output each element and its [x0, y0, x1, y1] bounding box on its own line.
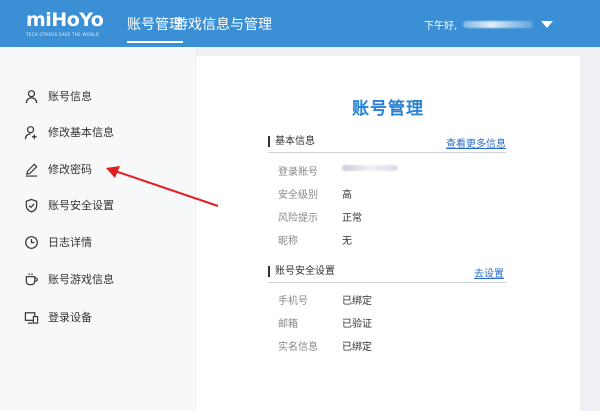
user-icon: [25, 89, 38, 103]
realname-status-value: 已绑定: [342, 342, 372, 353]
sidebar-item-login-devices[interactable]: 登录设备: [24, 307, 92, 327]
row-label: 安全级别: [278, 190, 318, 201]
section-divider: [268, 282, 506, 283]
sidebar-item-label: 登录设备: [48, 311, 92, 324]
sidebar-item-label: 修改基本信息: [48, 126, 114, 139]
sidebar-item-change-password[interactable]: 修改密码: [24, 159, 92, 179]
sidebar-item-label: 修改密码: [48, 163, 92, 176]
nickname-value: 无: [342, 236, 352, 247]
row-label: 邮箱: [278, 319, 298, 330]
sidebar-item-log-details[interactable]: 日志详情: [24, 232, 92, 252]
view-more-info-link[interactable]: 查看更多信息: [446, 135, 506, 150]
user-edit-icon: [24, 125, 37, 139]
devices-icon: [24, 311, 39, 324]
blurred-account-id: [342, 165, 398, 171]
sidebar-item-label: 账号信息: [48, 90, 92, 103]
cup-icon: [25, 272, 38, 285]
row-label: 手机号: [278, 296, 308, 307]
blurred-username: [463, 21, 534, 28]
go-settings-link[interactable]: 去设置: [474, 265, 504, 280]
mihoyo-logo[interactable]: miHoYo TECH OTAKUS SAVE THE WORLD: [26, 10, 122, 40]
user-menu[interactable]: 下午好,: [424, 17, 554, 32]
sidebar: 账号信息 修改基本信息 修改密码 账号安全设置 日志详情 账号游戏信息 登录设备: [0, 47, 195, 411]
page-title: 账号管理: [352, 99, 424, 119]
logo-tagline: TECH OTAKUS SAVE THE WORLD: [26, 32, 100, 37]
row-label: 风险提示: [278, 213, 318, 224]
risk-status-value: 正常: [342, 213, 362, 224]
top-bar: miHoYo TECH OTAKUS SAVE THE WORLD 账号管理 游…: [0, 0, 600, 47]
section-divider: [268, 152, 506, 153]
shield-check-icon: [25, 198, 38, 213]
security-settings-heading: 账号安全设置: [268, 266, 504, 277]
phone-status-value: 已绑定: [342, 296, 372, 307]
account-management-card: 账号管理 基本信息 查看更多信息 登录账号 安全级别 高 风险提示 正常 昵称 …: [196, 56, 580, 411]
nav-game-info[interactable]: 游戏信息与管理: [174, 14, 272, 34]
sidebar-item-label: 日志详情: [48, 236, 92, 249]
greeting-text: 下午好,: [424, 21, 458, 32]
sidebar-item-game-info[interactable]: 账号游戏信息: [24, 269, 114, 289]
row-label: 登录账号: [278, 167, 318, 178]
sidebar-item-edit-basic-info[interactable]: 修改基本信息: [24, 122, 114, 142]
sidebar-item-label: 账号游戏信息: [48, 273, 114, 286]
row-label: 昵称: [278, 236, 298, 247]
chevron-down-icon: [541, 21, 554, 28]
security-level-value: 高: [342, 190, 352, 201]
logo-text: miHoYo: [26, 9, 104, 31]
sidebar-item-account-info[interactable]: 账号信息: [24, 86, 92, 106]
email-status-value: 已验证: [342, 319, 372, 330]
row-label: 实名信息: [278, 342, 318, 353]
annotation-arrow-icon: [106, 166, 219, 207]
pencil-icon: [25, 163, 38, 177]
clock-icon: [25, 235, 38, 249]
